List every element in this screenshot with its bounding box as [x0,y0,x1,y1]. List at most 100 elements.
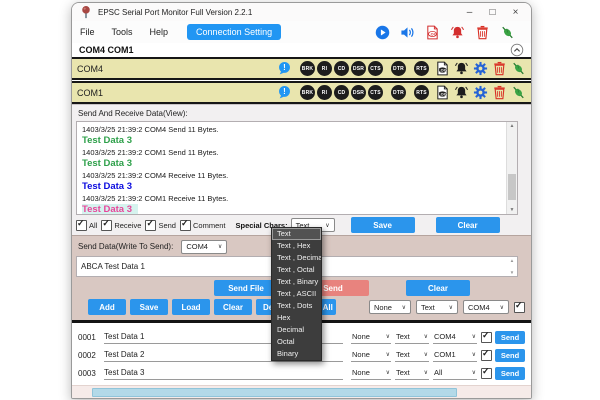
desktop-background: { "window": { "title": "EPSC Serial Port… [0,0,600,400]
dropdown-option[interactable]: Hex [272,312,321,324]
play-icon[interactable] [375,25,390,40]
global-enable-checkbox[interactable] [514,302,525,313]
dropdown-option[interactable]: Text , Octal [272,264,321,276]
row-line-ending-select[interactable]: None ∨ [351,367,391,380]
dropdown-option[interactable]: Binary [272,348,321,360]
comment-checkbox[interactable] [180,220,191,231]
filter-receive[interactable]: Receive [101,220,141,231]
dropdown-option[interactable]: Text , Hex [272,240,321,252]
trash-icon[interactable] [492,61,507,76]
alarm-bell-icon[interactable] [450,25,465,40]
row-format-select[interactable]: Text ∨ [395,331,429,344]
filter-send[interactable]: Send [145,220,176,231]
signal-dtr[interactable]: DTR [391,85,406,100]
trash-icon[interactable] [475,25,490,40]
dropdown-option[interactable]: Text , Decimal [272,252,321,264]
row-format-select[interactable]: Text ∨ [395,367,429,380]
filter-all[interactable]: All [76,220,97,231]
dropdown-option[interactable]: Text , ASCII [272,288,321,300]
trash-icon[interactable] [492,85,507,100]
row-line-ending-select[interactable]: None ∨ [351,349,391,362]
load-button[interactable]: Load [172,299,210,315]
signal-ri[interactable]: RI [317,61,332,76]
send-port-select[interactable]: COM4 ∨ [181,240,227,254]
dropdown-option[interactable]: Text , Dots [272,300,321,312]
global-format-select[interactable]: Text ∨ [416,300,458,314]
menu-file[interactable]: File [80,27,95,37]
signal-rts[interactable]: RTS [414,61,429,76]
input-scroll-arrows[interactable]: ▲▼ [507,257,517,276]
settings-gear-icon[interactable] [473,85,488,100]
signal-dsr[interactable]: DSR [351,85,366,100]
signal-dsr[interactable]: DSR [351,61,366,76]
signal-brk[interactable]: BRK [300,85,315,100]
scrollbar-thumb[interactable] [92,388,457,397]
connection-setting-button[interactable]: Connection Setting [187,24,281,40]
row-enable-checkbox[interactable] [481,350,492,361]
horizontal-scrollbar[interactable] [72,385,531,398]
all-checkbox[interactable] [76,220,87,231]
minimize-button[interactable]: – [458,4,481,20]
row-send-button[interactable]: Send [495,367,525,380]
view-clear-button[interactable]: Clear [436,217,500,233]
row-port-select[interactable]: COM4 ∨ [433,331,477,344]
signal-ri[interactable]: RI [317,85,332,100]
dropdown-option[interactable]: Decimal [272,324,321,336]
view-save-button[interactable]: Save [351,217,415,233]
menu-help[interactable]: Help [150,27,169,37]
global-line-ending-select[interactable]: None ∨ [369,300,411,314]
send-checkbox[interactable] [145,220,156,231]
global-port-select[interactable]: COM4 ∨ [463,300,509,314]
scroll-down-arrow-icon[interactable]: ▼ [507,207,517,213]
signal-cd[interactable]: CD [334,85,349,100]
row-text-input[interactable]: Test Data 3 [104,367,343,380]
settings-gear-icon[interactable] [473,61,488,76]
send-clear-button[interactable]: Clear [406,280,470,296]
filter-comment[interactable]: Comment [180,220,226,231]
save-button[interactable]: Save [130,299,168,315]
signal-cts[interactable]: CTS [368,85,383,100]
chevron-down-icon: ∨ [500,304,504,311]
row-send-button[interactable]: Send [495,349,525,362]
row-port-select[interactable]: All ∨ [433,367,477,380]
bell-icon[interactable] [454,85,469,100]
row-send-button[interactable]: Send [495,331,525,344]
add-button[interactable]: Add [88,299,126,315]
volume-icon[interactable] [400,25,415,40]
connect-plug-icon[interactable] [511,61,526,76]
log-file-icon[interactable]: LOG [425,25,440,40]
signal-cts[interactable]: CTS [368,61,383,76]
dropdown-option[interactable]: Octal [272,336,321,348]
row-format-select[interactable]: Text ∨ [395,349,429,362]
data-view-box[interactable]: 1403/3/25 21:39:2 COM4 Send 11 Bytes. Te… [76,121,518,215]
row-line-ending-select[interactable]: None ∨ [351,331,391,344]
connect-plug-icon[interactable] [500,25,515,40]
vertical-scrollbar[interactable]: ▲ ▼ [506,122,517,214]
connect-plug-icon[interactable] [511,85,526,100]
signal-brk[interactable]: BRK [300,61,315,76]
alert-balloon-icon[interactable]: ! [277,85,292,100]
bell-icon[interactable] [454,61,469,76]
scroll-up-arrow-icon[interactable]: ▲ [507,123,517,129]
log-file-icon[interactable]: LOG [435,61,450,76]
row-id: 0001 [78,333,104,342]
chevron-down-icon: ∨ [386,369,390,376]
dropdown-option[interactable]: Text [272,228,321,240]
menu-tools[interactable]: Tools [112,27,133,37]
alert-balloon-icon[interactable]: ! [277,61,292,76]
row-port-select[interactable]: COM1 ∨ [433,349,477,362]
receive-checkbox[interactable] [101,220,112,231]
log-file-icon[interactable]: LOG [435,85,450,100]
signal-dtr[interactable]: DTR [391,61,406,76]
dropdown-option[interactable]: Text , Binary [272,276,321,288]
maximize-button[interactable]: □ [481,4,504,20]
row-enable-checkbox[interactable] [481,368,492,379]
collapse-chevron-up-icon[interactable] [510,43,524,57]
send-file-button[interactable]: Send File [214,280,278,296]
scrollbar-thumb[interactable] [508,174,516,200]
clear-button[interactable]: Clear [214,299,252,315]
signal-rts[interactable]: RTS [414,85,429,100]
close-button[interactable]: × [504,4,527,20]
row-enable-checkbox[interactable] [481,332,492,343]
signal-cd[interactable]: CD [334,61,349,76]
